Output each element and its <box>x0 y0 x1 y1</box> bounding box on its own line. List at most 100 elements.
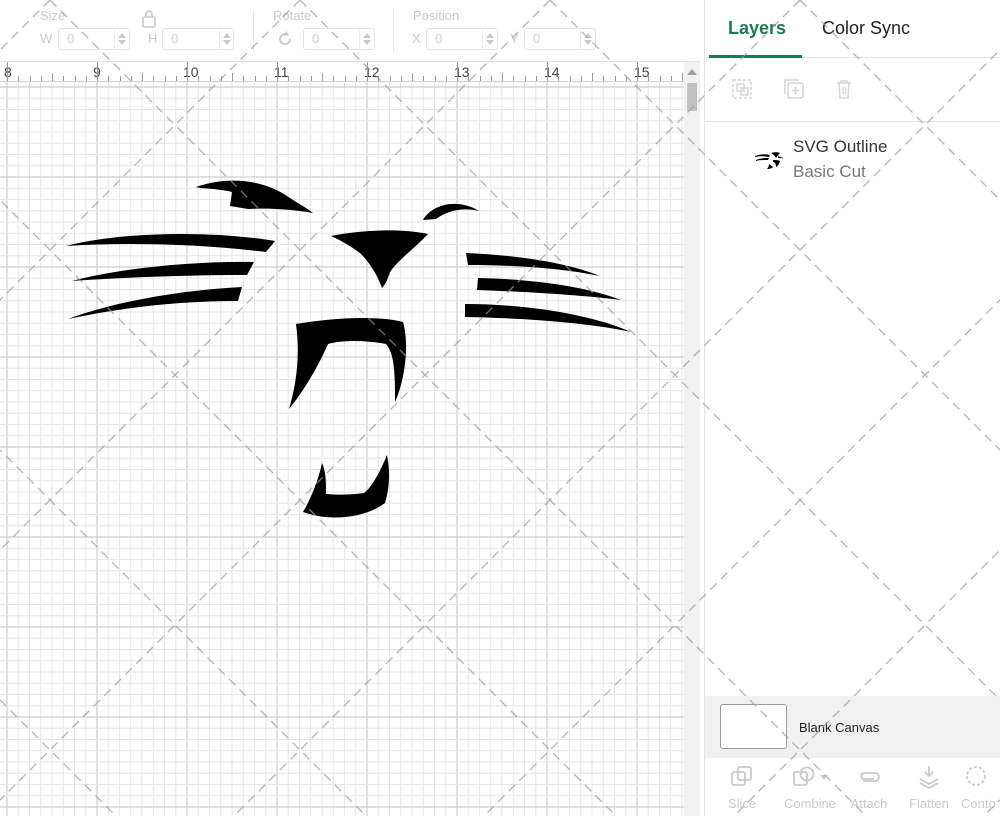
ruler-tick <box>333 76 335 81</box>
bottom-toolbar: Slice Combine Attach Flatten Conto <box>705 758 1000 816</box>
size-label: Size <box>40 8 66 23</box>
ruler-tick <box>187 62 188 81</box>
contour-button[interactable]: Conto <box>961 764 1000 811</box>
ruler-tick <box>490 76 492 81</box>
ruler-tick <box>412 73 413 81</box>
ruler-tick <box>153 76 155 81</box>
flatten-button[interactable]: Flatten <box>899 764 959 811</box>
duplicate-icon[interactable] <box>783 78 805 100</box>
ruler-tick <box>52 73 53 81</box>
ruler-tick <box>569 76 571 81</box>
ruler-tick <box>119 76 121 81</box>
ruler-tick <box>502 73 503 81</box>
ruler-tick <box>479 76 481 81</box>
tab-color-sync[interactable]: Color Sync <box>822 18 910 39</box>
layer-tools <box>705 58 1000 122</box>
layer-name: SVG Outline <box>793 137 888 156</box>
ruler-tick <box>648 76 650 81</box>
y-stepper[interactable] <box>580 29 594 49</box>
y-label: Y <box>510 31 519 46</box>
ruler-tick <box>603 76 605 81</box>
top-ruler: 8 9 10 11 12 13 14 15 <box>0 62 684 82</box>
ruler-tick <box>40 76 42 81</box>
lock-icon[interactable] <box>141 9 157 29</box>
layer-operation-type[interactable]: Basic Cut <box>793 162 866 182</box>
x-label: X <box>412 31 421 46</box>
layer-item[interactable]: SVG Outline Basic Cut <box>705 123 1000 193</box>
ruler-tick <box>209 76 211 81</box>
height-stepper[interactable] <box>219 29 233 49</box>
ruler-tick <box>232 73 233 81</box>
ruler-tick <box>378 76 380 81</box>
attach-button[interactable]: Attach <box>839 764 899 811</box>
attach-icon <box>860 772 880 782</box>
flatten-label: Flatten <box>909 796 949 811</box>
ruler-tick <box>637 62 638 81</box>
ruler-tick <box>198 76 200 81</box>
slice-button[interactable]: Slice <box>712 764 772 811</box>
ruler-tick <box>265 76 267 81</box>
ruler-tick <box>299 76 301 81</box>
ruler-tick <box>243 76 245 81</box>
ruler-tick <box>29 76 31 81</box>
ruler-tick <box>7 62 8 81</box>
combine-button[interactable]: Combine <box>775 764 845 811</box>
group-icon[interactable] <box>731 78 753 100</box>
scroll-up-arrow-icon[interactable] <box>687 69 697 75</box>
edit-toolbar: Size W 0 H 0 Rotate 0 Position X 0 Y 0 <box>0 0 700 62</box>
ruler-tick <box>175 76 177 81</box>
slice-icon <box>731 766 752 786</box>
ruler-tick <box>547 62 548 81</box>
ruler-tick <box>355 76 357 81</box>
blank-canvas-row[interactable]: Blank Canvas <box>705 696 1000 758</box>
ruler-tick <box>344 76 346 81</box>
ruler-tick <box>97 62 98 81</box>
ruler-tick <box>580 76 582 81</box>
blank-canvas-swatch[interactable] <box>720 704 787 749</box>
rotate-icon <box>279 31 291 45</box>
toolbar-divider <box>253 10 254 52</box>
canvas-vertical-scrollbar[interactable] <box>684 62 700 816</box>
ruler-tick <box>434 76 436 81</box>
contour-label: Conto <box>961 796 996 811</box>
scrollbar-thumb[interactable] <box>687 83 697 111</box>
delete-icon[interactable] <box>833 78 855 100</box>
ruler-tick <box>130 76 132 81</box>
contour-icon <box>966 766 986 786</box>
ruler-tick <box>74 76 76 81</box>
ruler-tick <box>85 76 87 81</box>
attach-label: Attach <box>850 796 888 811</box>
ruler-tick <box>254 76 256 81</box>
flatten-icon <box>919 766 939 790</box>
ruler-tick <box>367 62 368 81</box>
ruler-tick <box>108 76 110 81</box>
ruler-tick <box>277 62 278 81</box>
ruler-tick <box>592 73 593 81</box>
ruler-tick <box>220 76 222 81</box>
tab-layers[interactable]: Layers <box>728 18 786 39</box>
combine-label: Combine <box>783 796 837 811</box>
ruler-tick <box>310 76 312 81</box>
ruler-tick <box>513 76 515 81</box>
rotate-stepper[interactable] <box>359 29 373 49</box>
ruler-tick <box>142 73 143 81</box>
panther-design[interactable] <box>66 180 631 518</box>
ruler-tick <box>659 76 661 81</box>
rotate-label: Rotate <box>273 8 312 23</box>
ruler-tick <box>625 76 627 81</box>
ruler-tick <box>445 76 447 81</box>
design-canvas[interactable] <box>0 82 684 816</box>
blank-canvas-label: Blank Canvas <box>799 720 880 735</box>
ruler-tick <box>164 76 166 81</box>
canvas-grid <box>0 82 684 816</box>
ruler-tick <box>457 62 458 81</box>
ruler-tick <box>288 76 290 81</box>
x-stepper[interactable] <box>482 29 496 49</box>
ruler-tick <box>423 76 425 81</box>
layer-thumbnail <box>755 152 784 169</box>
ruler-tick <box>670 76 672 81</box>
combine-icon <box>793 766 828 786</box>
ruler-tick <box>389 76 391 81</box>
width-label: W <box>40 31 53 46</box>
width-stepper[interactable] <box>114 29 128 49</box>
